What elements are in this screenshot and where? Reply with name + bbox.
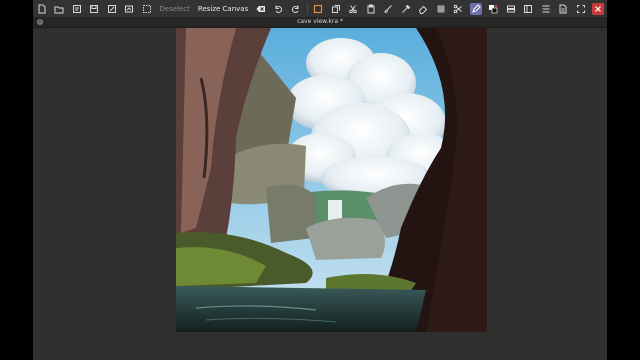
painting-canvas[interactable] [176,28,487,332]
app-window: Deselect Resize Canvas × cave view.kra * [33,0,607,360]
select-all-icon[interactable] [141,3,152,15]
open-folder-icon[interactable] [53,3,64,15]
document-info-icon[interactable] [557,3,568,15]
pen-tool-icon[interactable] [470,2,482,15]
undo-icon[interactable] [273,3,284,15]
pattern-icon[interactable] [435,3,446,15]
template-icon[interactable] [71,3,82,15]
resize-canvas-button[interactable]: Resize Canvas [198,5,248,13]
redo-icon[interactable] [290,3,301,15]
toolbar: Deselect Resize Canvas [33,0,607,17]
canvas-area[interactable] [33,28,607,360]
document-tab-bar: × cave view.kra * [33,17,607,28]
export-icon[interactable] [123,3,134,15]
toolbar-divider [306,3,308,14]
brush-settings-icon[interactable] [540,3,551,15]
save-icon[interactable] [88,3,99,15]
new-document-icon[interactable] [36,3,47,15]
settings-panel-icon[interactable] [522,3,533,15]
close-document-icon[interactable] [592,2,604,15]
color-swap-icon[interactable] [488,3,499,15]
paste-icon[interactable] [365,3,376,15]
copy-icon[interactable] [330,3,341,15]
layers-icon[interactable] [505,3,516,15]
scissors-icon[interactable] [453,3,464,15]
document-tab-title[interactable]: cave view.kra * [33,17,607,27]
deselect-button[interactable]: Deselect [159,5,190,13]
eraser-icon[interactable] [418,3,429,15]
cave-view-painting [176,28,487,332]
backspace-icon[interactable] [255,3,266,15]
brush-icon[interactable] [383,3,394,15]
fit-to-screen-icon[interactable] [575,3,586,15]
cut-icon[interactable] [348,3,359,15]
eyedropper-icon[interactable] [400,3,411,15]
save-as-icon[interactable] [106,3,117,15]
crop-frame-icon[interactable] [313,3,324,15]
